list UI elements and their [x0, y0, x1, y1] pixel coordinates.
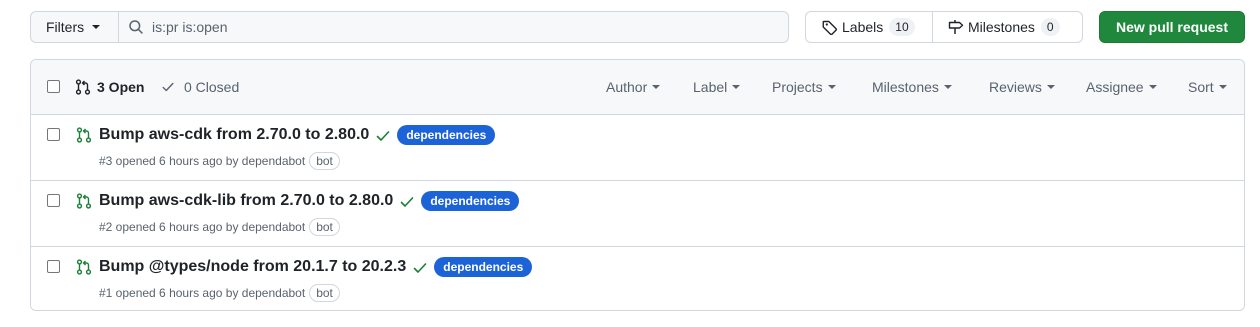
- dependencies-label[interactable]: dependencies: [434, 257, 533, 277]
- sort-filter[interactable]: Sort: [1188, 79, 1227, 95]
- row-checkbox[interactable]: [47, 128, 60, 141]
- dependencies-label[interactable]: dependencies: [421, 191, 520, 211]
- pr-meta: #1 opened 6 hours ago by dependabot bot: [99, 284, 340, 302]
- reviews-filter-label: Reviews: [989, 79, 1042, 95]
- label-filter-label: Label: [693, 79, 728, 95]
- milestones-filter[interactable]: Milestones: [872, 79, 952, 95]
- check-icon[interactable]: [399, 194, 415, 210]
- list-item: Bump aws-cdk from 2.70.0 to 2.80.0 depen…: [31, 115, 1244, 181]
- chevron-down-icon: [732, 85, 741, 89]
- closed-filter-link[interactable]: 0 Closed: [161, 79, 239, 95]
- pr-title-line: Bump aws-cdk-lib from 2.70.0 to 2.80.0 d…: [99, 191, 520, 211]
- milestones-label: Milestones: [968, 19, 1035, 35]
- open-count-label: 3 Open: [97, 79, 145, 95]
- bot-badge: bot: [309, 152, 340, 170]
- check-icon: [162, 82, 174, 92]
- pr-title-line: Bump aws-cdk from 2.70.0 to 2.80.0 depen…: [99, 125, 496, 145]
- chevron-down-icon: [827, 85, 836, 89]
- chevron-down-icon: [1148, 85, 1157, 89]
- pr-title-link[interactable]: Bump aws-cdk-lib from 2.70.0 to 2.80.0: [99, 192, 393, 210]
- chevron-down-icon: [652, 85, 661, 89]
- dependencies-label[interactable]: dependencies: [397, 125, 496, 145]
- chevron-down-icon: [92, 25, 101, 29]
- pr-meta-text: #2 opened 6 hours ago by dependabot: [99, 220, 306, 234]
- search-box[interactable]: [119, 11, 789, 43]
- pr-meta-text: #3 opened 6 hours ago by dependabot: [99, 154, 306, 168]
- milestone-icon: [948, 20, 964, 34]
- bot-badge: bot: [309, 284, 340, 302]
- check-icon[interactable]: [412, 260, 428, 276]
- chevron-down-icon: [943, 85, 952, 89]
- pr-toolbar: Filters Labels 10 Mileston: [30, 11, 1245, 43]
- milestones-button[interactable]: Milestones 0: [933, 11, 1083, 43]
- check-icon[interactable]: [375, 128, 391, 144]
- closed-count-label: 0 Closed: [184, 79, 240, 95]
- git-pull-request-icon: [76, 259, 92, 275]
- search-input[interactable]: [152, 19, 752, 35]
- labels-button[interactable]: Labels 10: [805, 11, 933, 43]
- filters-dropdown-button[interactable]: Filters: [30, 11, 119, 43]
- tag-icon: [822, 20, 838, 35]
- assignee-filter[interactable]: Assignee: [1086, 79, 1157, 95]
- pr-title-link[interactable]: Bump aws-cdk from 2.70.0 to 2.80.0: [99, 126, 369, 144]
- projects-filter[interactable]: Projects: [772, 79, 836, 95]
- pr-meta: #2 opened 6 hours ago by dependabot bot: [99, 218, 340, 236]
- pr-meta-text: #1 opened 6 hours ago by dependabot: [99, 286, 306, 300]
- sort-filter-label: Sort: [1188, 79, 1214, 95]
- new-pull-request-button[interactable]: New pull request: [1099, 11, 1245, 43]
- list-header: 3 Open 0 Closed Author Label Projects Mi…: [31, 60, 1244, 115]
- row-checkbox[interactable]: [47, 260, 60, 273]
- projects-filter-label: Projects: [772, 79, 823, 95]
- bot-badge: bot: [309, 218, 340, 236]
- git-pull-request-icon: [75, 79, 91, 95]
- pull-request-list: 3 Open 0 Closed Author Label Projects Mi…: [30, 59, 1245, 311]
- list-item: Bump aws-cdk-lib from 2.70.0 to 2.80.0 d…: [31, 181, 1244, 247]
- filters-label: Filters: [46, 19, 85, 35]
- filter-search-group: Filters: [30, 11, 789, 43]
- label-filter[interactable]: Label: [693, 79, 741, 95]
- milestones-count: 0: [1040, 18, 1060, 36]
- labels-milestones-group: Labels 10 Milestones 0: [805, 11, 1083, 43]
- pr-meta: #3 opened 6 hours ago by dependabot bot: [99, 152, 340, 170]
- milestones-filter-label: Milestones: [872, 79, 939, 95]
- chevron-down-icon: [1046, 85, 1055, 89]
- open-filter-link[interactable]: 3 Open: [75, 79, 144, 95]
- search-icon: [129, 20, 143, 34]
- labels-count: 10: [889, 18, 915, 36]
- pr-title-link[interactable]: Bump @types/node from 20.1.7 to 20.2.3: [99, 258, 406, 276]
- assignee-filter-label: Assignee: [1086, 79, 1144, 95]
- labels-label: Labels: [842, 19, 884, 35]
- git-pull-request-icon: [76, 127, 92, 143]
- reviews-filter[interactable]: Reviews: [989, 79, 1055, 95]
- select-all-checkbox[interactable]: [47, 80, 60, 93]
- pr-title-line: Bump @types/node from 20.1.7 to 20.2.3 d…: [99, 257, 533, 277]
- chevron-down-icon: [1218, 85, 1227, 89]
- list-item: Bump @types/node from 20.1.7 to 20.2.3 d…: [31, 247, 1244, 310]
- git-pull-request-icon: [76, 193, 92, 209]
- new-pull-request-label: New pull request: [1115, 19, 1229, 35]
- row-checkbox[interactable]: [47, 194, 60, 207]
- author-filter-label: Author: [606, 79, 648, 95]
- author-filter[interactable]: Author: [606, 79, 661, 95]
